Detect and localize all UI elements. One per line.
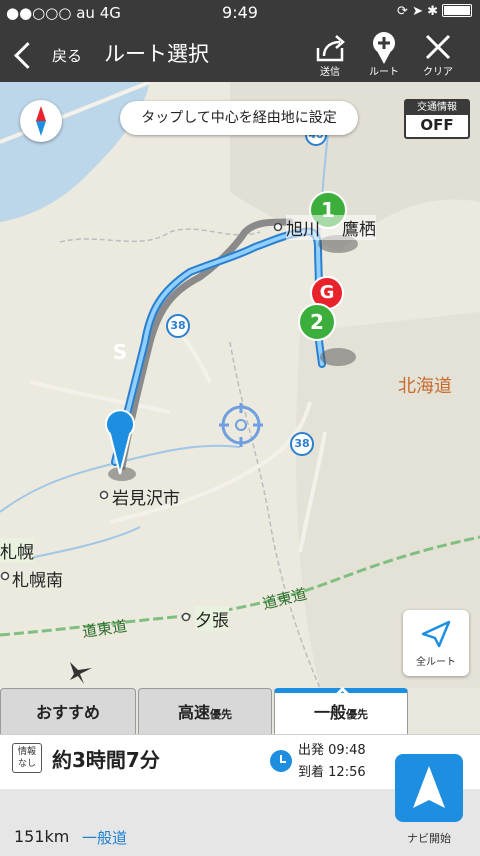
arrive-time: 12:56 [328,765,366,780]
navigation-arrow-icon [421,620,451,648]
close-icon [425,34,451,60]
arrive-row: 到着 12:56 [298,765,366,780]
battery-icon: ⟳ ➤ ✱ [397,4,472,19]
traffic-info-value: OFF [420,116,454,134]
clear-label: クリア [423,67,453,78]
route-distance: 151km [14,827,70,846]
depart-time: 09:48 [328,743,366,758]
share-icon [316,35,345,62]
route-option-tabs: おすすめ 高速優先 一般優先 [0,686,480,734]
clear-button[interactable]: クリア [412,30,464,80]
share-label: 送信 [320,67,340,78]
traffic-info-badge: 情報 なし [12,743,42,773]
center-crosshair-icon [219,403,263,447]
map-hint: タップして中心を経由地に設定 [120,101,358,135]
start-marker-label: S [112,340,128,364]
compass-icon [36,106,46,136]
route-pin-plus-icon [373,32,395,64]
start-navigation-label: ナビ開始 [407,832,451,845]
tab-highway[interactable]: 高速優先 [138,688,272,734]
navigation-arrow-icon [413,766,445,808]
status-bar: ●●○○○ au 4G 9:49 ⟳ ➤ ✱ [0,0,480,26]
page-title: ルート選択 [104,42,209,66]
label-iwamizawa: 岩見沢市 [112,489,180,509]
label-asahikawa: 旭川 鷹栖 [286,215,376,240]
tab-local-road[interactable]: 一般優先 [274,686,408,734]
route-map[interactable]: S 1 G 2 38 38 40 旭川鷹栖 岩見沢市 札幌 札幌南 夕張 道東道… [0,82,480,688]
route-duration: 約3時間7分 [52,748,160,772]
label-sapporo: 札幌 [0,538,34,563]
traffic-info-label: 交通情報 [406,101,468,115]
airport-icon [70,662,92,684]
back-button[interactable]: 戻る [10,34,100,74]
start-navigation-button[interactable] [395,754,463,822]
share-button[interactable]: 送信 [304,30,356,80]
waypoint-2-label: 2 [310,310,324,334]
nav-bar: 戻る ルート選択 送信 ルート クリア [0,26,480,82]
goal-marker-label: G [319,282,335,303]
add-route-button[interactable]: ルート [358,30,410,80]
full-route-button[interactable]: 全ルート [403,610,469,676]
compass-button[interactable] [20,100,62,142]
tab-recommended[interactable]: おすすめ [0,688,136,734]
traffic-info-toggle[interactable]: 交通情報 OFF [404,99,470,139]
label-hokkaido: 北海道 [398,376,452,397]
route-38-a-text: 38 [170,319,186,332]
start-marker[interactable] [105,409,136,481]
label-yubari: 夕張 [195,606,229,631]
route-label: ルート [369,67,399,78]
clock-icon [270,750,292,772]
road-type-link[interactable]: 一般道 [82,827,127,848]
back-label: 戻る [52,47,83,65]
chevron-left-icon [14,42,41,69]
depart-row: 出発 09:48 [298,743,366,758]
full-route-label: 全ルート [416,657,456,668]
label-sapporo-minami: 札幌南 [12,571,63,591]
route-38-b-text: 38 [294,437,310,450]
